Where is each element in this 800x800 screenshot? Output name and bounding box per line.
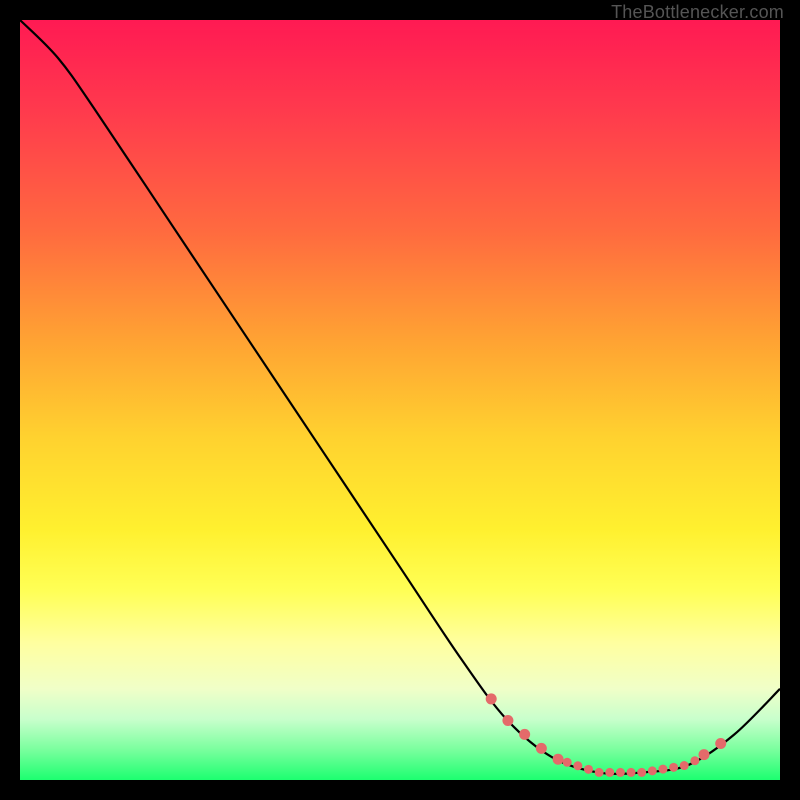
chart-stage: TheBottlenecker.com [0,0,800,800]
overlay-dot [605,768,614,777]
overlay-dot [715,738,726,749]
overlay-dot [699,749,710,760]
overlay-dot [573,761,582,770]
overlay-dot [680,761,689,770]
overlay-dot [536,743,547,754]
overlay-dot [563,758,572,767]
overlay-dot [658,765,667,774]
overlay-dot [553,754,564,765]
curve-layer [20,20,780,780]
overlay-dot [595,768,604,777]
overlay-dot [502,715,513,726]
overlay-dot [519,729,530,740]
overlay-dot [616,768,625,777]
overlay-dot [627,768,636,777]
overlay-dot [648,766,657,775]
overlay-dot [486,693,497,704]
plot-area [20,20,780,780]
overlay-dot [669,763,678,772]
overlay-dot [637,768,646,777]
overlay-dot [584,765,593,774]
bottleneck-curve [20,20,780,774]
overlay-dot [690,756,699,765]
